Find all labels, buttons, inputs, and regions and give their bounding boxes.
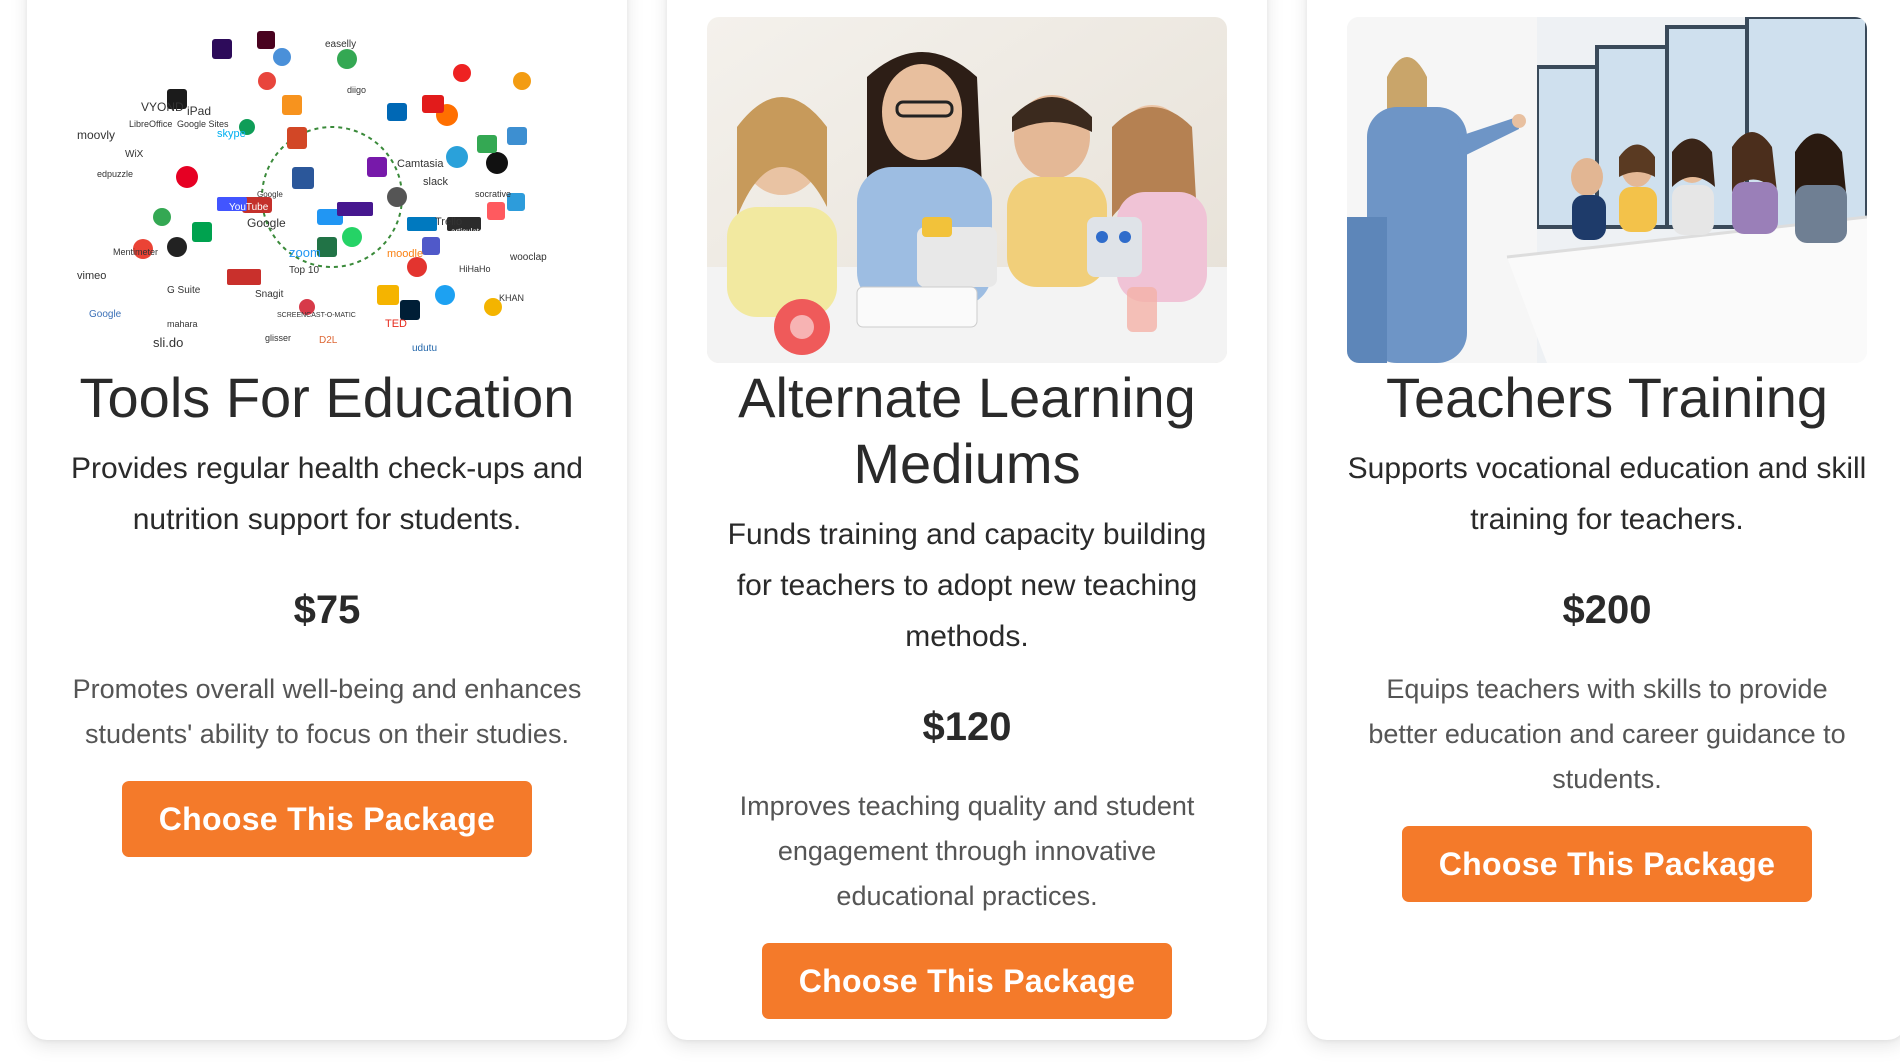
package-cards: VYOND iPad moovly LibreOffice Google Sit…	[27, 0, 1900, 1040]
svg-text:HiHaHo: HiHaHo	[459, 264, 491, 274]
svg-text:articulate: articulate	[451, 227, 484, 236]
package-description: Supports vocational education and skill …	[1347, 452, 1867, 536]
svg-text:sli.do: sli.do	[153, 335, 183, 350]
svg-text:KHAN: KHAN	[499, 293, 524, 303]
package-price: $75	[293, 588, 361, 632]
svg-text:moovly: moovly	[77, 128, 115, 142]
svg-text:TED: TED	[385, 318, 407, 330]
package-title: Teachers Training	[1385, 366, 1828, 429]
svg-text:easelly: easelly	[325, 39, 356, 50]
svg-text:Google: Google	[247, 216, 286, 230]
package-benefit: Promotes overall well-being and enhances…	[72, 674, 582, 749]
svg-text:diigo: diigo	[347, 85, 366, 95]
package-card-alternate-learning-mediums: Alternate Learning Mediums Funds trainin…	[667, 0, 1267, 1040]
package-title: Alternate Learning Mediums	[738, 366, 1196, 495]
choose-package-button[interactable]: Choose This Package	[762, 943, 1172, 1019]
svg-text:G Suite: G Suite	[167, 285, 201, 296]
teacher-with-children-photo	[707, 17, 1227, 363]
svg-text:YouTube: YouTube	[229, 202, 269, 213]
svg-text:SCREENCAST-O-MATIC: SCREENCAST-O-MATIC	[277, 312, 356, 319]
svg-text:glisser: glisser	[265, 333, 291, 343]
svg-text:socrative: socrative	[475, 189, 511, 199]
package-benefit: Equips teachers with skills to provide b…	[1368, 674, 1846, 794]
package-description: Provides regular health check-ups and nu…	[71, 452, 583, 536]
svg-text:wooclap: wooclap	[509, 252, 547, 263]
svg-text:mahara: mahara	[167, 319, 198, 329]
package-card-tools-for-education: VYOND iPad moovly LibreOffice Google Sit…	[27, 0, 627, 1040]
package-price: $120	[922, 705, 1012, 749]
svg-text:D2L: D2L	[319, 335, 338, 346]
package-benefit: Improves teaching quality and student en…	[739, 791, 1195, 911]
svg-text:skype: skype	[217, 128, 246, 140]
svg-text:Google: Google	[257, 190, 283, 199]
svg-text:zoom: zoom	[289, 245, 321, 260]
package-description: Funds training and capacity building for…	[727, 518, 1207, 653]
choose-package-button[interactable]: Choose This Package	[1402, 826, 1812, 902]
svg-text:vimeo: vimeo	[77, 270, 106, 282]
training-photo-illustration	[1347, 17, 1867, 363]
svg-text:Snagit: Snagit	[255, 289, 284, 300]
education-tools-collage-image: VYOND iPad moovly LibreOffice Google Sit…	[67, 17, 587, 363]
svg-text:udutu: udutu	[412, 343, 437, 354]
svg-text:iPad: iPad	[187, 104, 211, 118]
teacher-training-photo	[1347, 17, 1867, 363]
svg-text:LibreOffice: LibreOffice	[129, 119, 172, 129]
choose-package-button[interactable]: Choose This Package	[122, 781, 532, 857]
svg-text:WiX: WiX	[125, 149, 144, 160]
svg-text:VYOND: VYOND	[141, 100, 184, 114]
package-title: Tools For Education	[79, 366, 575, 429]
svg-text:edpuzzle: edpuzzle	[97, 169, 133, 179]
classroom-photo-illustration	[707, 17, 1227, 363]
package-price: $200	[1562, 588, 1652, 632]
svg-text:slack: slack	[423, 176, 449, 188]
svg-text:Top 10: Top 10	[289, 265, 319, 276]
svg-text:Mentimeter: Mentimeter	[113, 247, 158, 257]
package-card-teachers-training: Teachers Training Supports vocational ed…	[1307, 0, 1900, 1040]
svg-text:Google: Google	[89, 309, 122, 320]
svg-text:moodle: moodle	[387, 248, 423, 260]
collage-illustration: VYOND iPad moovly LibreOffice Google Sit…	[67, 17, 587, 363]
svg-text:Camtasia: Camtasia	[397, 158, 444, 170]
